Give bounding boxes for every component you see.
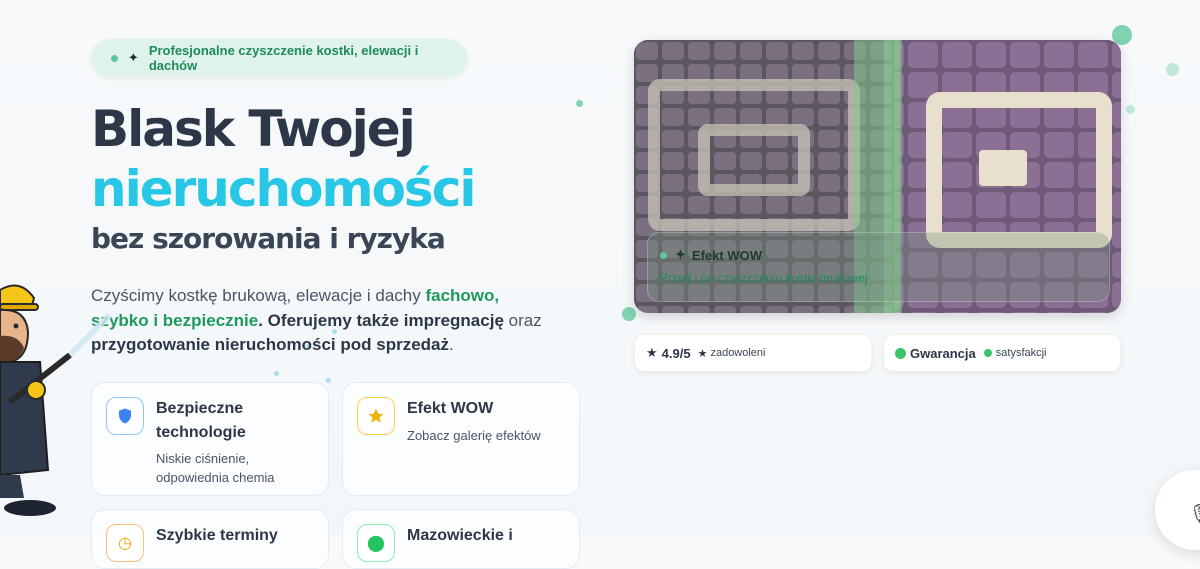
lead-bold: impregnację	[403, 310, 504, 330]
check-dot-icon	[983, 349, 992, 357]
lead-text: . Oferujemy także	[258, 310, 404, 330]
sparkle-icon: ✦	[675, 247, 686, 262]
feature-card-region[interactable]: ⬤ Mazowieckie i	[342, 509, 580, 569]
shield-icon	[119, 408, 131, 424]
star-icon: ★	[697, 347, 708, 360]
feature-icon-box: ◷	[106, 524, 144, 562]
feature-title: Mazowieckie i	[407, 527, 513, 544]
sparkle-icon: ✦	[127, 50, 139, 65]
caption-title: Efekt WOW	[691, 247, 762, 263]
star-icon: ★	[646, 345, 658, 360]
caption-dot	[660, 251, 667, 259]
badge-dot	[111, 54, 118, 62]
hero-title-line1: Blask Twojej	[91, 100, 416, 158]
chat-widget-button[interactable]: 🎙	[1155, 470, 1200, 550]
pin-icon: ⬤	[367, 535, 385, 552]
star-icon	[368, 408, 384, 423]
feature-subtitle: Niskie ciśnienie, odpowiednia chemia	[156, 451, 275, 485]
stat-rating: ★ 4.9/5 ★ zadowoleni	[634, 334, 872, 372]
lead-text: .	[449, 335, 454, 354]
feature-icon-box: ⬤	[357, 524, 395, 562]
before-after-photo: ✦ Efekt WOW Przed i po czyszczeniu kostk…	[634, 40, 1121, 313]
hero-lead: Czyścimy kostkę brukową, elewacje i dach…	[91, 284, 561, 358]
decor-dot	[274, 371, 279, 376]
clock-icon: ◷	[118, 535, 132, 552]
photo-caption-overlay: ✦ Efekt WOW Przed i po czyszczeniu kostk…	[647, 232, 1110, 302]
microphone-icon: 🎙	[1188, 502, 1200, 527]
lead-bold: przygotowanie nieruchomości pod sprzedaż	[91, 335, 449, 354]
hero-badge: ✦ Profesjonalne czyszczenie kostki, elew…	[91, 39, 467, 77]
feature-icon-box	[357, 397, 395, 435]
guarantee-value: Gwarancja	[910, 345, 976, 361]
badge-text: Profesjonalne czyszczenie kostki, elewac…	[148, 43, 419, 73]
rating-label: zadowoleni	[710, 347, 766, 359]
feature-title: Bezpieczne technologie	[156, 400, 246, 441]
hero-subtitle: bez szorowania i ryzyka	[91, 222, 446, 255]
guarantee-label: satysfakcji	[995, 347, 1047, 359]
feature-card-wow[interactable]: Efekt WOW Zobacz galerię efektów	[342, 382, 580, 496]
rating-value: 4.9/5	[661, 345, 691, 361]
decor-dot	[1126, 105, 1135, 114]
decor-dot	[326, 378, 331, 383]
lead-text: Czyścimy kostkę brukową, elewacje i dach…	[91, 286, 426, 305]
feature-card-safe-tech[interactable]: Bezpieczne technologie Niskie ciśnienie,…	[91, 382, 329, 496]
hero-title-line2: nieruchomości	[91, 160, 476, 218]
feature-subtitle: Zobacz galerię efektów	[407, 428, 541, 443]
caption-text: Przed i po czyszczeniu kostki brukowej	[660, 271, 868, 285]
stat-guarantee: Gwarancja satysfakcji	[883, 334, 1121, 372]
feature-title: Szybkie terminy	[156, 527, 278, 544]
lead-text: oraz	[503, 310, 542, 330]
feature-card-fast-terms[interactable]: ◷ Szybkie terminy	[91, 509, 329, 569]
decor-dot	[1166, 63, 1179, 76]
feature-title: Efekt WOW	[407, 400, 494, 417]
decor-dot	[576, 100, 583, 107]
check-dot-icon	[895, 347, 906, 359]
feature-icon-box	[106, 397, 144, 435]
